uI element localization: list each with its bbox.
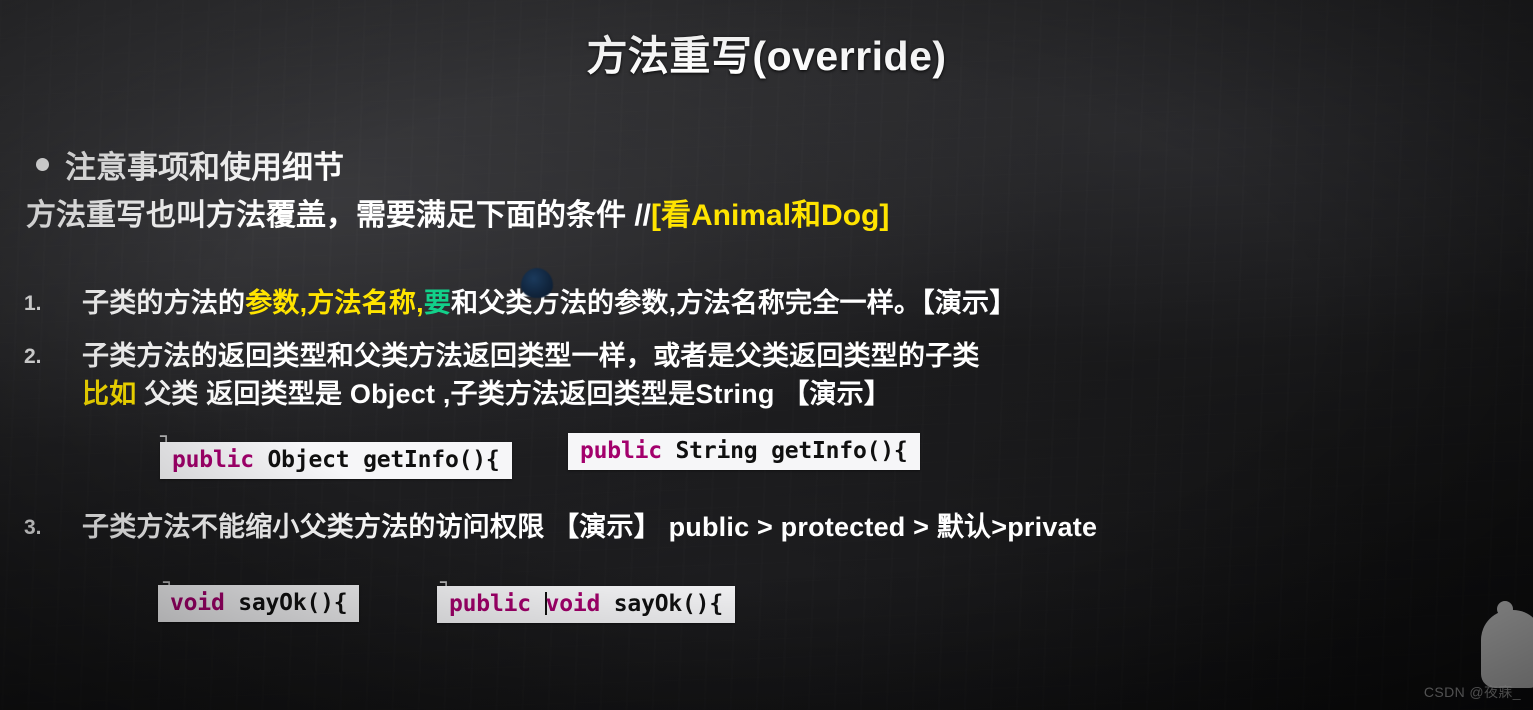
subtitle-highlight-text: [看Animal和Dog] — [651, 199, 890, 232]
code1-rest: Object getInfo(){ — [253, 447, 500, 473]
code-snippet-parent-getinfo: public Object getInfo(){ — [160, 442, 512, 479]
code2-keyword: public — [580, 438, 662, 464]
item1-seg-1: 参数,方法名称 — [245, 288, 417, 318]
item2-highlight: 比如 — [82, 379, 137, 409]
bullet-dot-icon — [36, 158, 49, 171]
csdn-watermark: CSDN @夜寐_ — [1423, 684, 1521, 700]
item1-seg-2: , — [416, 288, 424, 318]
item1-seg-0: 子类的方法的 — [82, 288, 246, 318]
list-number-3: 3. — [24, 516, 42, 539]
presentation-slide: 方法重写(override) 注意事项和使用细节 方法重写也叫方法覆盖，需要满足… — [0, 0, 1533, 710]
item1-seg-3: 要 — [423, 288, 452, 318]
item1-seg-4: 和父类方法的参数,方法名称完全一样。【演示】 — [451, 288, 1017, 318]
code-snippet-child-sayok: public void sayOk(){ — [437, 586, 735, 623]
page-title: 方法重写(override) — [586, 33, 947, 79]
item2-rest: 父类 返回类型是 Object ,子类方法返回类型是String 【演示】 — [136, 379, 892, 409]
code-snippet-parent-sayok: void sayOk(){ — [158, 585, 360, 622]
corner-object-shape — [1481, 601, 1533, 688]
list-item-2-line-1: 子类方法的返回类型和父类方法返回类型一样，或者是父类返回类型的子类 — [82, 341, 980, 371]
code3-rest: sayOk(){ — [224, 590, 348, 616]
subtitle-plain-text: 方法重写也叫方法覆盖，需要满足下面的条件 // — [26, 199, 652, 232]
list-number-1: 1. — [24, 292, 42, 315]
bullet-heading: 注意事项和使用细节 — [36, 142, 344, 187]
list-number-2: 2. — [24, 345, 42, 368]
code2-rest: String getInfo(){ — [661, 438, 908, 464]
list-item-2-line-2: 比如 父类 返回类型是 Object ,子类方法返回类型是String 【演示】 — [82, 372, 891, 411]
list-item-3: 子类方法不能缩小父类方法的访问权限 【演示】 public > protecte… — [82, 512, 1098, 542]
code3-keyword: void — [170, 590, 225, 616]
bullet-heading-label: 注意事项和使用细节 — [65, 150, 344, 185]
code4-keyword2: void — [545, 591, 601, 617]
code1-keyword: public — [172, 447, 254, 473]
subtitle-line: 方法重写也叫方法覆盖，需要满足下面的条件 //[看Animal和Dog] — [26, 190, 889, 234]
list-item-1: 子类的方法的参数,方法名称,要和父类方法的参数,方法名称完全一样。【演示】 — [82, 281, 1016, 320]
code-snippet-child-getinfo: public String getInfo(){ — [568, 433, 920, 470]
code4-keyword: public — [449, 591, 531, 617]
code4-rest: sayOk(){ — [600, 591, 723, 617]
